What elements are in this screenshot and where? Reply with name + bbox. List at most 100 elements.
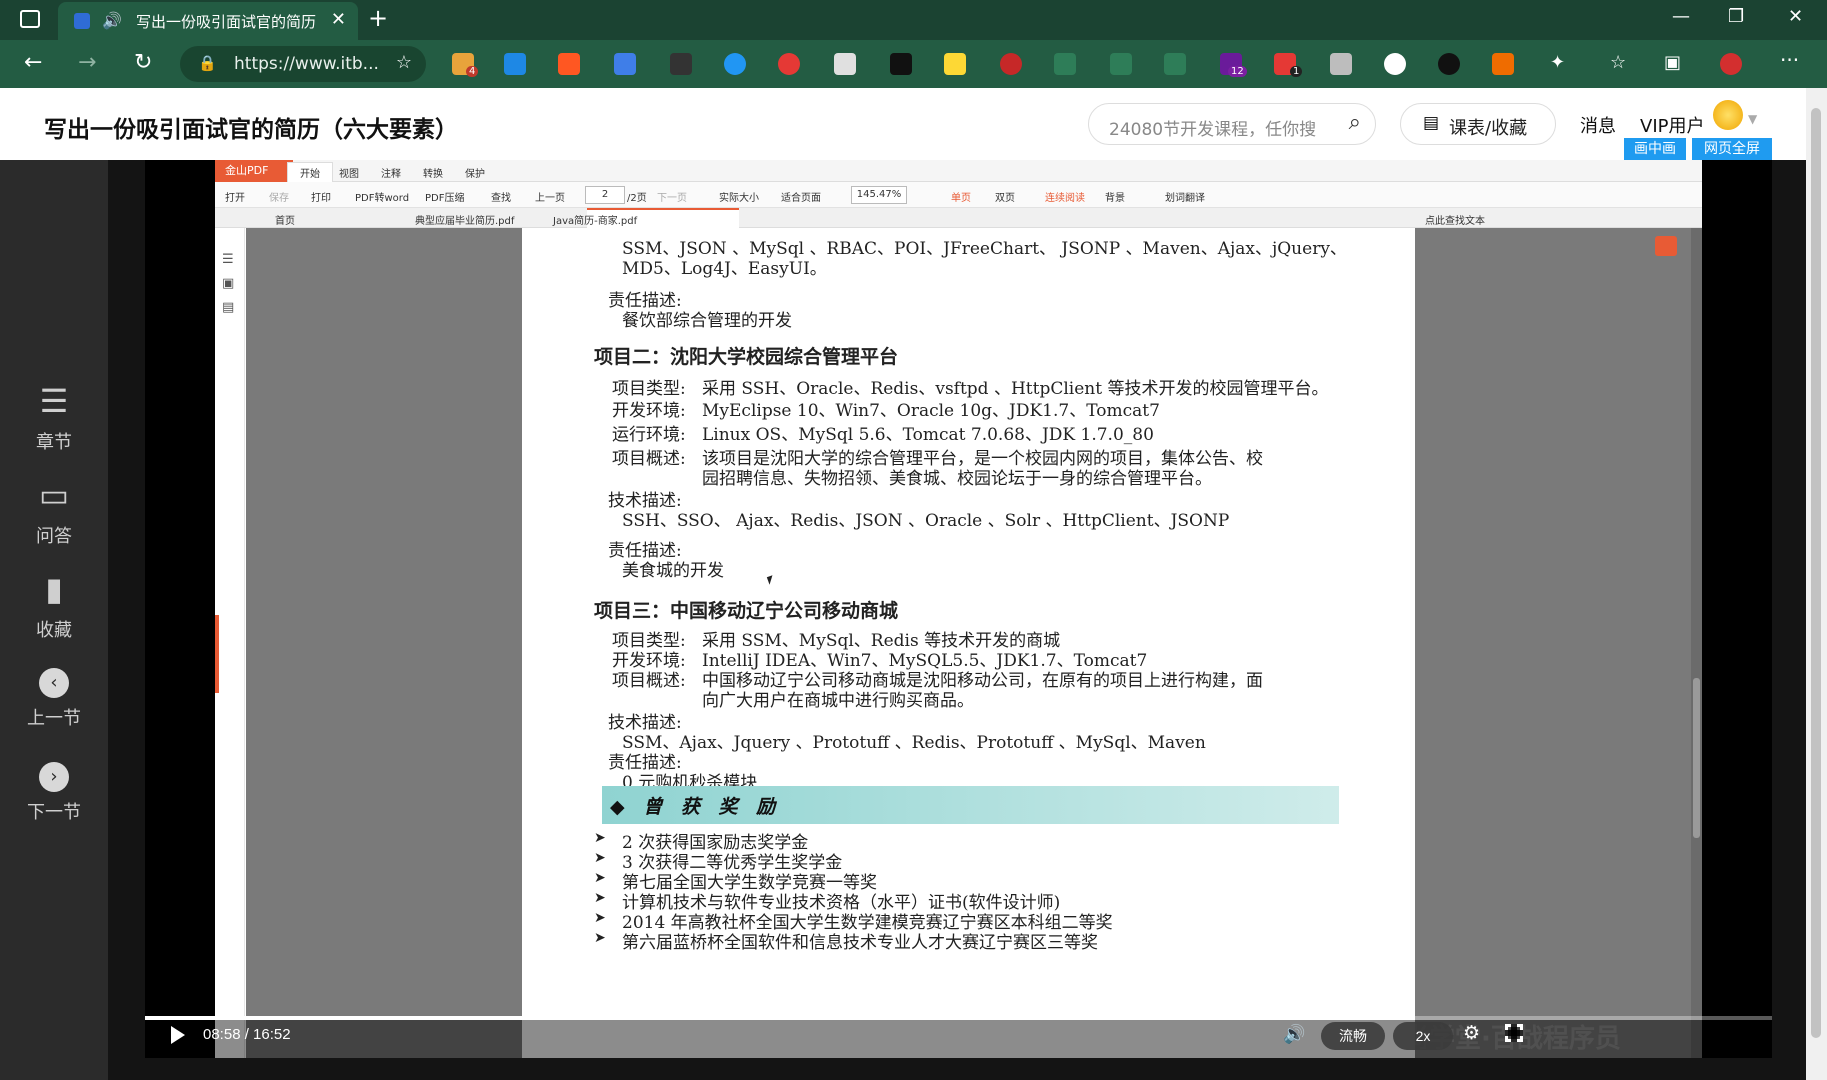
pdf-menu-start: 开始: [287, 162, 333, 182]
collections-icon[interactable]: ▣: [1664, 52, 1681, 73]
search-placeholder: 24080节开发课程，任你搜: [1109, 120, 1317, 140]
pdf-find-text: 点此查找文本: [1425, 216, 1485, 227]
picture-in-picture-button[interactable]: 画中画: [1624, 138, 1686, 160]
sidebar-item-qa[interactable]: ▭ 问答: [0, 476, 108, 548]
extension-icon[interactable]: [724, 53, 746, 75]
extension-icon[interactable]: [1438, 53, 1460, 75]
courses-favorites-button[interactable]: ▤ 课表/收藏: [1400, 103, 1556, 145]
pdf-doc-tabs: 首页 典型应届毕业简历.pdf Java简历-商家.pdf 点此查找文本: [215, 208, 1702, 228]
page-title: 写出一份吸引面试官的简历（六大要素）: [44, 117, 458, 143]
browser-tabstrip: 🔊 写出一份吸引面试官的简历 ✕ + — ❐ ✕: [0, 0, 1827, 40]
extension-icon[interactable]: [834, 53, 856, 75]
adblock-icon[interactable]: [778, 53, 800, 75]
pdf-toolbar: 打开 保存 打印 PDF转word PDF压缩 查找 上一页 2 /2页 下一页…: [215, 182, 1702, 208]
chevron-right-icon: ›: [39, 762, 69, 792]
tab-close-button[interactable]: ✕: [331, 9, 346, 30]
tab-actions-icon[interactable]: [20, 10, 40, 28]
pdf-menubar: 金山PDF 开始 视图 注释 转换 保护: [215, 160, 1702, 182]
search-icon[interactable]: ⌕: [1349, 110, 1361, 135]
sidebar-item-chapters[interactable]: ☰ 章节: [0, 382, 108, 454]
pdf-double-page: 双页: [995, 193, 1015, 204]
pdf-tab-doc2: Java简历-商家.pdf: [553, 216, 638, 227]
scrollbar-thumb[interactable]: [1811, 108, 1821, 1038]
messages-link[interactable]: 消息: [1580, 112, 1616, 138]
extension-icon[interactable]: [1000, 53, 1022, 75]
browser-tab-active[interactable]: 🔊 写出一份吸引面试官的简历 ✕: [58, 2, 358, 40]
extension-icon[interactable]: [614, 53, 636, 75]
more-menu-icon[interactable]: ···: [1780, 48, 1799, 72]
extension-icon[interactable]: [504, 53, 526, 75]
resume-label: 项目概述:: [612, 449, 686, 469]
pdf-app-logo: 金山PDF: [215, 160, 293, 182]
pdf-actual-size: 实际大小: [719, 193, 759, 204]
new-tab-button[interactable]: +: [368, 4, 388, 32]
player-controls-bar: [145, 1020, 1772, 1058]
extension-icon[interactable]: [670, 53, 692, 75]
restore-button[interactable]: ❐: [1728, 6, 1744, 27]
outline-icon: ☰: [222, 252, 234, 267]
sidebar-item-previous[interactable]: ‹ 上一节: [0, 668, 108, 730]
sidebar-item-label: 上一节: [27, 708, 81, 729]
extension-icon[interactable]: [890, 53, 912, 75]
extension-icon[interactable]: [1110, 53, 1132, 75]
reload-button[interactable]: ↻: [134, 50, 152, 75]
pdf-print: 打印: [311, 193, 331, 204]
address-bar[interactable]: 🔒 https://www.itb... ☆: [180, 46, 426, 82]
pdf-menu-convert: 转换: [423, 169, 443, 180]
extension-icon[interactable]: [1492, 53, 1514, 75]
gear-icon[interactable]: ⚙: [1463, 1022, 1480, 1044]
extensions-puzzle-icon[interactable]: ✦: [1550, 52, 1565, 73]
pdf-scrollbar: [1691, 228, 1702, 1058]
audio-playing-icon[interactable]: 🔊: [102, 11, 122, 30]
resume-label: 开发环境:: [612, 401, 686, 421]
pdf-save: 保存: [269, 193, 289, 204]
volume-icon[interactable]: 🔊: [1283, 1024, 1305, 1045]
award-item: 第六届蓝桥杯全国软件和信息技术专业人才大赛辽宁赛区三等奖: [622, 933, 1098, 953]
fullscreen-icon[interactable]: [1505, 1024, 1523, 1042]
favorite-add-icon[interactable]: ☆: [396, 52, 412, 73]
web-fullscreen-button[interactable]: 网页全屏: [1692, 138, 1772, 160]
extension-icon[interactable]: [1164, 53, 1186, 75]
extension-icon[interactable]: [558, 53, 580, 75]
video-player[interactable]: 金山PDF 开始 视图 注释 转换 保护 打开 保存 打印 PDF转word P…: [145, 160, 1772, 1058]
minimize-button[interactable]: —: [1672, 6, 1690, 27]
window-close-button[interactable]: ✕: [1788, 6, 1803, 27]
play-icon[interactable]: [171, 1026, 185, 1044]
quality-button[interactable]: 流畅: [1321, 1022, 1385, 1050]
camera-icon[interactable]: [1330, 53, 1352, 75]
qa-icon: ▭: [38, 476, 70, 514]
resume-line: SSH、SSO、 Ajax、Redis、JSON 、Oracle 、Solr 、…: [622, 511, 1230, 531]
extension-icon[interactable]: [1054, 53, 1076, 75]
sidebar-item-bookmark[interactable]: ▮ 收藏: [0, 570, 108, 642]
chevron-down-icon[interactable]: ▼: [1748, 112, 1757, 126]
extension-icon[interactable]: [1384, 53, 1406, 75]
back-button[interactable]: ←: [24, 50, 42, 75]
resume-line: Linux OS、MySql 5.6、Tomcat 7.0.68、JDK 1.7…: [702, 425, 1154, 445]
resume-project-heading: 项目三：中国移动辽宁公司移动商城: [594, 600, 899, 622]
url-text[interactable]: https://www.itb...: [234, 54, 379, 74]
forward-button[interactable]: →: [78, 50, 96, 75]
site-favicon-icon: [74, 13, 90, 29]
vip-medal-icon: [1713, 100, 1743, 130]
sidebar-item-label: 章节: [36, 432, 72, 453]
vip-user-link[interactable]: VIP用户: [1640, 112, 1704, 138]
playback-speed-button[interactable]: 2x: [1393, 1022, 1453, 1050]
pdf-page-total: /2页: [627, 193, 647, 204]
pdf-open: 打开: [225, 193, 245, 204]
pdf-menu-view: 视图: [339, 169, 359, 180]
lock-icon[interactable]: 🔒: [198, 54, 217, 72]
chapters-icon: ☰: [39, 382, 69, 420]
sidebar-item-next[interactable]: › 下一节: [0, 762, 108, 824]
sidebar-item-label: 下一节: [27, 802, 81, 823]
resume-line: SSM、Ajax、Jquery 、Prototuff 、Redis、Protot…: [622, 733, 1206, 753]
extension-badge: 1: [1290, 66, 1303, 77]
profile-avatar[interactable]: [1720, 53, 1742, 75]
extension-icon[interactable]: [944, 53, 966, 75]
pdf-single-page: 单页: [951, 193, 971, 204]
tab-title: 写出一份吸引面试官的简历: [136, 13, 317, 31]
page-scrollbar[interactable]: [1806, 88, 1827, 1080]
site-header: 写出一份吸引面试官的简历（六大要素） 24080节开发课程，任你搜 ⌕ ▤ 课表…: [0, 88, 1827, 160]
search-input[interactable]: 24080节开发课程，任你搜 ⌕: [1088, 103, 1376, 145]
resume-line: 向广大用户在商城中进行购买商品。: [702, 691, 974, 711]
favorites-icon[interactable]: ☆: [1610, 52, 1626, 73]
